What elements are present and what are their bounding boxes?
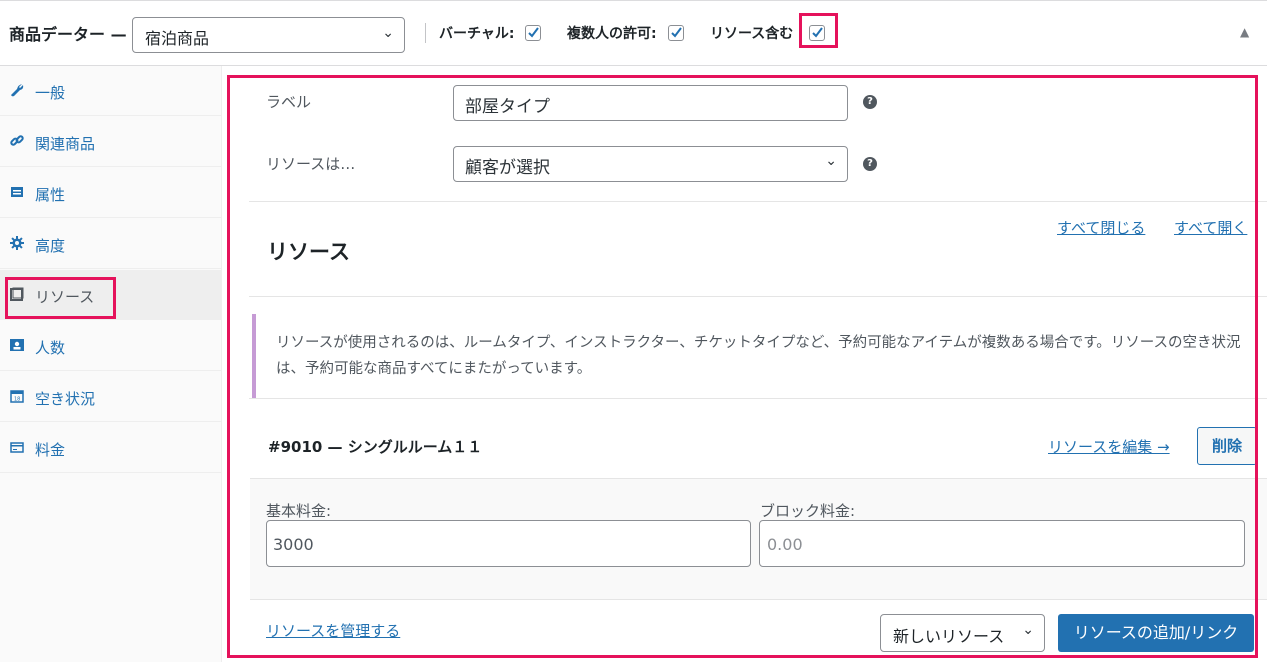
product-data-title: 商品データー — bbox=[9, 25, 127, 44]
link-icon bbox=[10, 135, 24, 146]
gear-icon bbox=[10, 236, 24, 250]
sidebar-item-persons[interactable]: 人数 bbox=[0, 321, 222, 371]
highlight-resources-panel bbox=[227, 75, 1258, 658]
multiple-persons-checkbox[interactable] bbox=[668, 25, 684, 41]
product-data-header: 商品データー — 宿泊商品 ⌄ バーチャル: 複数人の許可: リソース含む ▲ bbox=[0, 0, 1267, 66]
divider bbox=[425, 23, 426, 43]
sidebar-item-label: 料金 bbox=[35, 441, 66, 459]
sidebar-item-label: 高度 bbox=[35, 237, 66, 255]
multiple-persons-label: 複数人の許可: bbox=[567, 26, 657, 42]
virtual-label: バーチャル: bbox=[439, 26, 515, 42]
sidebar-item-label: 一般 bbox=[35, 84, 66, 102]
highlight-resources-tab bbox=[5, 277, 116, 319]
person-card-icon bbox=[10, 339, 24, 351]
product-type-value: 宿泊商品 bbox=[145, 29, 210, 48]
highlight-checkbox-box bbox=[799, 13, 838, 48]
sidebar-item-label: 空き状況 bbox=[35, 390, 96, 408]
product-data-tabs: 一般 関連商品 属性 高度 リソース 人数 18 空き状況 料金 bbox=[0, 66, 222, 662]
sidebar-item-availability[interactable]: 18 空き状況 bbox=[0, 372, 222, 422]
sidebar-item-attributes[interactable]: 属性 bbox=[0, 168, 222, 218]
sidebar-item-costs[interactable]: 料金 bbox=[0, 423, 222, 473]
sidebar-item-general[interactable]: 一般 bbox=[0, 66, 222, 116]
table-icon bbox=[11, 187, 23, 197]
sidebar-item-advanced[interactable]: 高度 bbox=[0, 219, 222, 269]
virtual-checkbox[interactable] bbox=[525, 25, 541, 41]
wrench-icon bbox=[11, 84, 24, 97]
collapse-arrow-icon[interactable]: ▲ bbox=[1240, 25, 1249, 39]
chevron-down-icon: ⌄ bbox=[382, 25, 394, 41]
calendar-icon: 18 bbox=[10, 390, 24, 403]
has-resources-label: リソース含む bbox=[710, 26, 794, 42]
svg-text:18: 18 bbox=[14, 397, 20, 403]
sidebar-item-label: 人数 bbox=[35, 339, 66, 357]
sidebar-item-linked-products[interactable]: 関連商品 bbox=[0, 117, 222, 167]
sidebar-item-label: 属性 bbox=[35, 186, 66, 204]
money-icon bbox=[10, 442, 24, 453]
product-type-select[interactable]: 宿泊商品 ⌄ bbox=[132, 17, 405, 53]
sidebar-item-label: 関連商品 bbox=[35, 135, 96, 153]
